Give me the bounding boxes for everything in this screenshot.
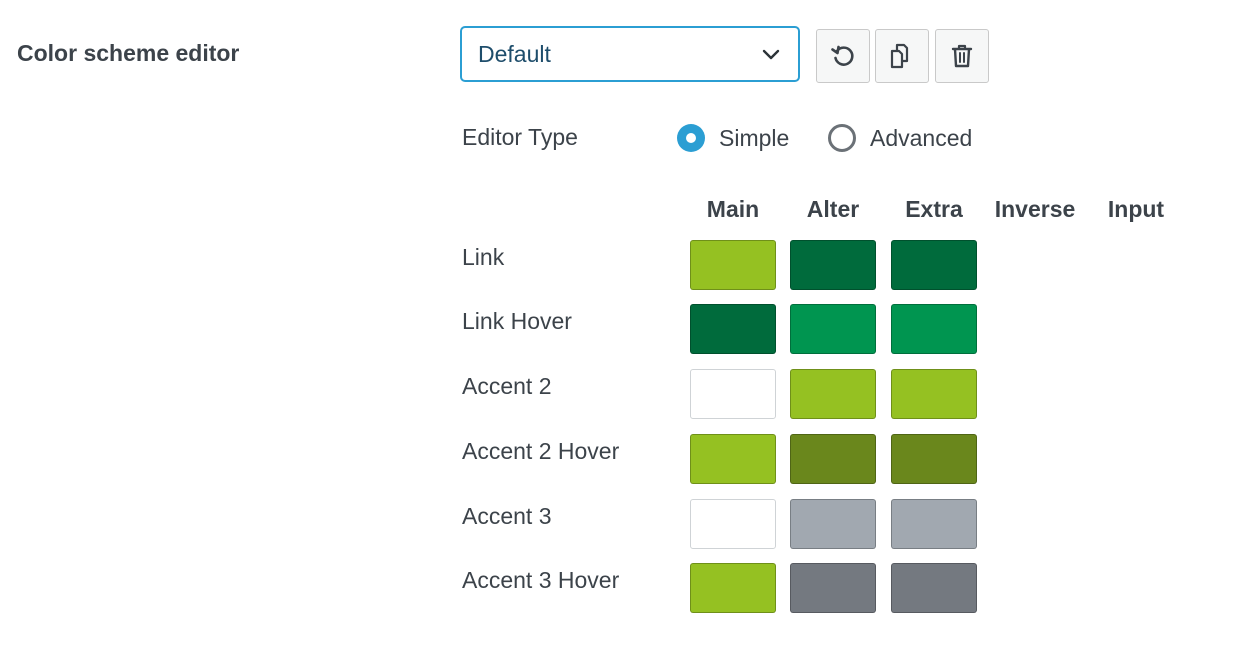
scheme-select-value: Default [478,40,551,67]
color-swatch[interactable] [790,499,876,549]
color-swatch[interactable] [891,563,977,613]
row-label: Link Hover [462,308,572,334]
trash-icon [951,44,973,68]
chevron-down-icon [762,49,780,60]
color-swatch[interactable] [790,563,876,613]
color-swatch[interactable] [790,304,876,354]
row-label: Accent 2 Hover [462,438,620,464]
row-label: Accent 3 [462,503,552,529]
radio-simple[interactable]: Simple [677,124,789,152]
color-swatch[interactable] [690,563,776,613]
radio-advanced-label: Advanced [870,124,973,151]
column-header-input: Input [1107,196,1165,222]
color-swatch[interactable] [690,240,776,290]
color-swatch[interactable] [790,434,876,484]
editor-type-label: Editor Type [462,124,578,150]
radio-unchecked-indicator[interactable] [828,124,856,152]
radio-checked-indicator[interactable] [677,124,705,152]
scheme-select[interactable]: Default [460,26,800,82]
color-swatch[interactable] [690,369,776,419]
color-swatch[interactable] [891,434,977,484]
row-label: Accent 2 [462,373,552,399]
delete-button[interactable] [935,29,989,83]
column-header-main: Main [706,196,760,222]
section-title: Color scheme editor [17,40,240,66]
color-swatch[interactable] [891,369,977,419]
color-swatch[interactable] [690,304,776,354]
column-header-alter: Alter [806,196,860,222]
row-label: Accent 3 Hover [462,567,620,593]
copy-button[interactable] [875,29,929,83]
row-label: Link [462,244,505,270]
color-swatch[interactable] [690,434,776,484]
color-swatch[interactable] [790,369,876,419]
copy-icon [890,43,909,69]
color-swatch[interactable] [891,499,977,549]
reset-button[interactable] [816,29,870,83]
color-swatch[interactable] [790,240,876,290]
radio-advanced[interactable]: Advanced [828,124,972,152]
radio-simple-label: Simple [719,124,790,151]
column-header-extra: Extra [905,196,963,222]
column-header-inverse: Inverse [994,196,1076,222]
color-swatch[interactable] [891,304,977,354]
color-swatch[interactable] [891,240,977,290]
color-swatch[interactable] [690,499,776,549]
reset-icon [831,45,854,66]
